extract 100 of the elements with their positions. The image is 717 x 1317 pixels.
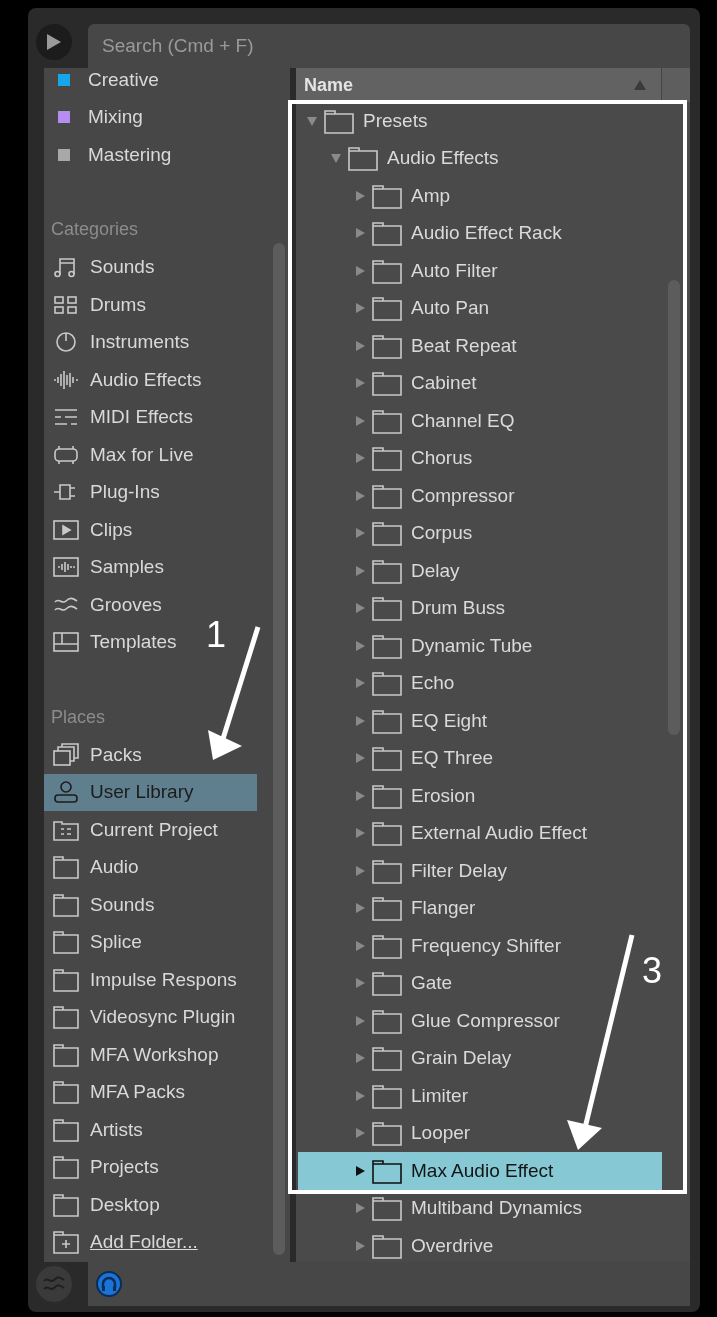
sidebar-item[interactable]: Instruments: [44, 323, 190, 361]
tree-item[interactable]: Audio Effects: [298, 144, 499, 173]
tree-item[interactable]: Looper: [298, 1119, 471, 1148]
sidebar-item[interactable]: Videosync Plugin: [44, 998, 236, 1036]
sort-ascending-icon: [633, 79, 647, 91]
tree-item[interactable]: Overdrive: [298, 1231, 494, 1260]
tree-item[interactable]: Gate: [298, 969, 453, 998]
sidebar-item[interactable]: Clips: [44, 511, 133, 549]
sidebar-item[interactable]: Add Folder...: [44, 1223, 198, 1261]
folder-icon: [372, 220, 402, 247]
packs-icon: [52, 741, 80, 768]
tree-item[interactable]: Echo: [298, 669, 455, 698]
folder-icon: [52, 1041, 80, 1068]
folder-icon: [372, 182, 402, 209]
sidebar-item[interactable]: Grooves: [44, 586, 162, 624]
folder-icon: [372, 1007, 402, 1034]
folder-icon: [372, 1195, 402, 1222]
folder-icon: [372, 1157, 402, 1184]
annotation-number: 3: [642, 950, 663, 992]
folder-icon: [372, 1120, 402, 1147]
folder-icon: [52, 1191, 80, 1218]
tree-item[interactable]: Audio Effect Rack: [298, 219, 562, 248]
collection-item[interactable]: Mastering: [51, 136, 172, 174]
tree-item[interactable]: Frequency Shifter: [298, 931, 561, 960]
collapsed-arrow-icon[interactable]: [354, 1164, 366, 1177]
tree-item[interactable]: Grain Delay: [298, 1044, 512, 1073]
tree-item[interactable]: Max Audio Effect: [298, 1152, 662, 1190]
sidebar-item[interactable]: Sounds: [44, 248, 155, 286]
tree-item[interactable]: Auto Pan: [298, 294, 490, 323]
folder-icon: [52, 891, 80, 918]
folder-icon: [372, 970, 402, 997]
sidebar-item[interactable]: Desktop: [44, 1186, 160, 1224]
section-header: Places: [51, 706, 106, 728]
tree-item[interactable]: Cabinet: [298, 369, 477, 398]
folder-icon: [372, 295, 402, 322]
collection-item[interactable]: Mixing: [51, 98, 143, 136]
collection-item[interactable]: Creative: [51, 68, 159, 99]
tree-item[interactable]: Drum Buss: [298, 594, 505, 623]
tree-item[interactable]: Auto Filter: [298, 256, 498, 285]
add-folder-icon: [52, 1229, 80, 1256]
sidebar-item[interactable]: Impulse Respons: [44, 961, 237, 999]
tree-item[interactable]: Chorus: [298, 444, 473, 473]
folder-icon: [52, 1079, 80, 1106]
sidebar-item[interactable]: Max for Live: [44, 436, 194, 474]
sidebar-item[interactable]: Packs: [44, 736, 142, 774]
headphones-icon[interactable]: [96, 1271, 122, 1297]
folder-icon: [52, 1004, 80, 1031]
tree-item[interactable]: Glue Compressor: [298, 1006, 560, 1035]
folder-icon: [372, 1082, 402, 1109]
sidebar-item[interactable]: MIDI Effects: [44, 398, 194, 436]
folder-icon: [52, 854, 80, 881]
tree-item[interactable]: Corpus: [298, 519, 473, 548]
name-column-header[interactable]: Name: [296, 68, 662, 102]
sidebar-item[interactable]: Audio: [44, 848, 139, 886]
expanded-arrow-icon[interactable]: [330, 152, 342, 165]
tree-item[interactable]: EQ Eight: [298, 706, 488, 735]
add-folder-link[interactable]: Add Folder...: [90, 1231, 198, 1254]
tree-item[interactable]: Delay: [298, 556, 460, 585]
play-icon: [46, 33, 62, 51]
tree-item[interactable]: Channel EQ: [298, 406, 515, 435]
sidebar-item[interactable]: Plug-Ins: [44, 473, 160, 511]
tree-item[interactable]: Compressor: [298, 481, 515, 510]
groove-button[interactable]: [36, 1266, 72, 1302]
search-field[interactable]: Search (Cmd + F): [88, 24, 690, 68]
folder-icon: [52, 929, 80, 956]
tree-item[interactable]: Erosion: [298, 781, 476, 810]
folder-icon: [52, 966, 80, 993]
play-button[interactable]: [36, 24, 72, 60]
sidebar-item[interactable]: Sounds: [44, 886, 155, 924]
tree-item[interactable]: Beat Repeat: [298, 331, 517, 360]
sidebar-item[interactable]: MFA Packs: [44, 1073, 186, 1111]
tree-item[interactable]: Multiband Dynamics: [298, 1194, 583, 1223]
tree-item[interactable]: Dynamic Tube: [298, 631, 533, 660]
sidebar-item[interactable]: Samples: [44, 548, 164, 586]
tree-item[interactable]: Limiter: [298, 1081, 468, 1110]
tree-item[interactable]: Filter Delay: [298, 856, 508, 885]
expanded-arrow-icon[interactable]: [306, 114, 318, 127]
sidebar-item[interactable]: Templates: [44, 623, 177, 661]
tree-item[interactable]: Flanger: [298, 894, 476, 923]
sidebar-item[interactable]: Current Project: [44, 811, 218, 849]
folder-icon: [372, 257, 402, 284]
folder-icon: [372, 370, 402, 397]
sidebar-item[interactable]: Drums: [44, 286, 146, 324]
folder-icon: [52, 1116, 80, 1143]
sidebar-item[interactable]: Splice: [44, 923, 142, 961]
sidebar-item[interactable]: User Library: [44, 773, 257, 811]
sidebar-item[interactable]: MFA Workshop: [44, 1036, 219, 1074]
tree-item[interactable]: Amp: [298, 181, 451, 210]
sidebar-item[interactable]: Audio Effects: [44, 361, 202, 399]
folder-icon: [372, 820, 402, 847]
sidebar-item[interactable]: Artists: [44, 1111, 143, 1149]
folder-icon: [372, 445, 402, 472]
tree-item[interactable]: EQ Three: [298, 744, 494, 773]
folder-icon: [372, 632, 402, 659]
folder-icon: [372, 520, 402, 547]
folder-icon: [372, 782, 402, 809]
tree-item[interactable]: External Audio Effect: [298, 819, 588, 848]
tree-item[interactable]: Presets: [298, 106, 428, 135]
sidebar-item[interactable]: Projects: [44, 1148, 159, 1186]
folder-icon: [372, 332, 402, 359]
